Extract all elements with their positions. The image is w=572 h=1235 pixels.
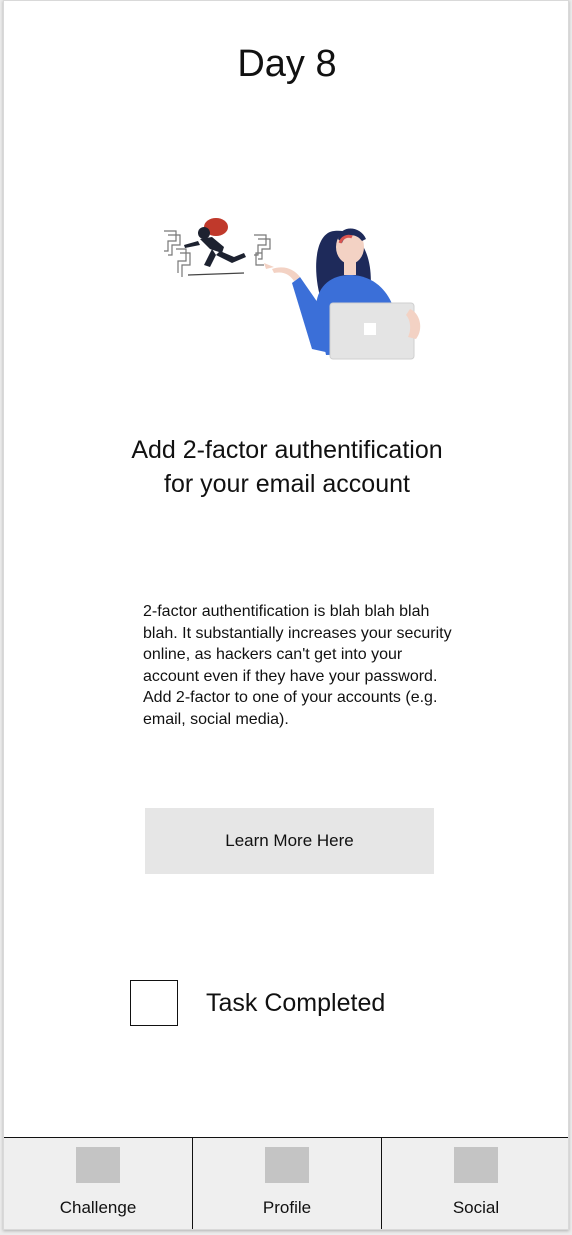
social-icon [454,1147,498,1183]
app-screen: Day 8 Add 2-factor authentification for … [3,0,569,1230]
task-completed-label: Task Completed [206,988,386,1017]
page-title: Day 8 [237,43,337,85]
tab-profile-label: Profile [262,1198,312,1217]
tab-challenge-label: Challenge [59,1198,137,1217]
stairs-left-icon [164,230,191,277]
bottom-tab-bar: Challenge Profile Social [4,1137,568,1229]
stairs-right-icon [254,234,271,266]
task-heading: Add 2-factor authentification for your e… [64,433,510,501]
tab-profile[interactable]: Profile [193,1138,382,1229]
woman-icon [264,228,421,360]
task-heading-line2: for your email account [164,470,410,498]
learn-more-button[interactable]: Learn More Here [145,808,434,874]
security-illustration [164,218,421,360]
tab-challenge[interactable]: Challenge [4,1138,193,1229]
task-description: 2-factor authentification is blah blah b… [143,603,452,728]
tab-social[interactable]: Social [382,1138,568,1229]
profile-icon [265,1147,309,1183]
thief-icon [184,218,246,267]
ground-line [187,272,245,276]
task-completed-row[interactable]: Task Completed [130,980,385,1026]
tab-social-label: Social [452,1198,500,1217]
challenge-icon [76,1147,120,1183]
task-completed-checkbox[interactable] [130,980,178,1026]
task-heading-line1: Add 2-factor authentification [131,436,443,464]
